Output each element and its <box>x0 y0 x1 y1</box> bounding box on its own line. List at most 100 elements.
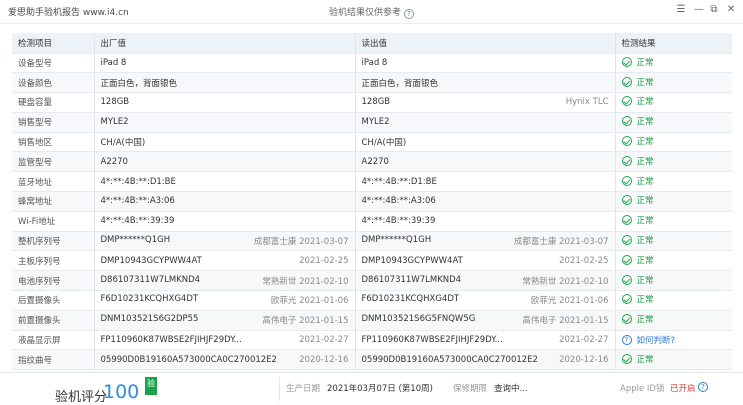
factory-value-cell: D86107311W7LMKND4 常熟新世 2021-02-10 <box>93 270 355 292</box>
factory-value: 4*:**:4B:**:D1:BE <box>100 176 176 187</box>
header-result: 检测结果 <box>614 33 732 54</box>
read-value-cell: FP110960K87WBSE2FJIHJF29DY... 2021-02-27 <box>354 330 615 351</box>
read-value-cell: DMP10943GCYPWW4AT 2021-02-25 <box>354 250 615 272</box>
row-item-label: 蜂窝地址 <box>12 191 94 212</box>
row-item-label: 液晶显示屏 <box>12 330 94 351</box>
check-circle-icon <box>621 56 632 67</box>
menu-icon[interactable]: ☰ <box>674 4 688 15</box>
factory-value-cell: iPad 8 <box>93 53 355 74</box>
factory-value: 4*:**:4B:**:39:39 <box>100 216 175 227</box>
factory-value-cell: 05990D0B19160A573000CA0C270012E2 2020-12-… <box>93 349 355 371</box>
read-meta: 成都富士康 2021-03-07 <box>513 237 609 248</box>
summary-divider <box>279 377 280 401</box>
read-value-cell: 4*:**:4B:**:D1:BE <box>354 171 615 193</box>
table-row: Wi-Fi地址 4*:**:4B:**:39:39 4*:**:4B:**:39:3… <box>12 211 732 232</box>
read-meta: 2021-02-27 <box>559 335 609 346</box>
factory-value: DMP10943GCYPWW4AT <box>100 255 202 266</box>
check-circle-icon <box>621 195 632 206</box>
factory-value: 05990D0B19160A573000CA0C270012E2 <box>100 354 277 365</box>
read-meta: 常熟新世 2021-02-10 <box>522 276 609 287</box>
result-text: 正常 <box>636 216 654 227</box>
result-cell: 正常 <box>614 270 732 292</box>
factory-value: iPad 8 <box>100 57 127 68</box>
read-value-cell: DNM103521S6G5FNQW5G 高伟电子 2021-01-15 <box>354 310 615 331</box>
read-value-cell: CH/A(中国) <box>354 132 615 153</box>
factory-value: 4*:**:4B:**:A3:06 <box>100 196 175 207</box>
result-cell: 正常 <box>614 132 732 153</box>
check-circle-icon <box>621 136 632 147</box>
row-item-label: 电池序列号 <box>12 270 94 292</box>
report-note: 验机结果仅供参考? <box>0 5 743 19</box>
result-text: 正常 <box>636 137 654 148</box>
read-value: CH/A(中国) <box>361 138 407 149</box>
factory-value-cell: 4*:**:4B:**:39:39 <box>93 211 355 232</box>
report-table-container: 检测项目 出厂值 读出值 检测结果 设备型号 iPad 8 iPad 8 正常 设备颜色… <box>12 33 732 371</box>
question-icon[interactable]: ? <box>621 335 632 346</box>
factory-meta: 2021-02-25 <box>299 255 349 266</box>
read-value: FP110960K87WBSE2FJIHJF29DY... <box>361 335 503 346</box>
table-row: 监管型号 A2270 A2270 正常 <box>12 151 732 173</box>
read-value-cell: iPad 8 <box>354 53 615 74</box>
table-row: 销售型号 MYLE2 MYLE2 正常 <box>12 112 732 133</box>
row-item-label: 主板序列号 <box>12 250 94 272</box>
read-value: DMP******Q1GH <box>361 235 432 246</box>
report-note-text: 验机结果仅供参考 <box>328 8 401 18</box>
verified-badge: 验 <box>145 377 157 395</box>
row-item-label: 销售地区 <box>12 132 94 153</box>
factory-value: F6D10231KCQHXG4DT <box>100 294 199 305</box>
close-button[interactable]: ✕ <box>724 4 738 15</box>
warranty-label: 保修期限 <box>453 384 488 394</box>
result-link[interactable]: 如何判断? <box>637 334 676 346</box>
warranty-value[interactable]: 查询中... <box>494 382 528 394</box>
factory-value: A2270 <box>100 156 128 167</box>
read-value-cell: A2270 <box>354 151 615 173</box>
factory-value-cell: F6D10231KCQHXG4DT 欧菲光 2021-01-06 <box>93 290 355 311</box>
result-cell[interactable]: ? 如何判断? <box>614 330 732 351</box>
apple-id-help-icon[interactable]: ? <box>698 382 708 392</box>
row-item-label: 销售型号 <box>12 112 94 133</box>
factory-meta: 高伟电子 2021-01-15 <box>262 316 349 327</box>
row-item-label: 后置摄像头 <box>12 290 94 311</box>
read-meta: 欧菲光 2021-01-06 <box>530 296 609 307</box>
factory-value-cell: A2270 <box>93 151 355 173</box>
row-item-label: 设备颜色 <box>12 72 94 94</box>
table-row: 设备颜色 正面白色，背面银色 正面白色，背面银色 正常 <box>12 72 732 94</box>
factory-value: CH/A(中国) <box>100 138 146 149</box>
factory-value: MYLE2 <box>100 117 129 128</box>
result-text: 正常 <box>636 156 654 167</box>
check-circle-icon <box>621 96 632 107</box>
result-text: 正常 <box>636 354 654 365</box>
restore-button[interactable]: ⧉ <box>707 4 721 15</box>
factory-value-cell: 4*:**:4B:**:A3:06 <box>93 191 355 212</box>
read-value-cell: F6D10231KCQHXG4DT 欧菲光 2021-01-06 <box>354 290 615 311</box>
summary-bar: 验机评分 100 验 生产日期 2021年03月07日 (第10周) 保修期限 … <box>0 372 743 405</box>
result-text: 正常 <box>636 255 654 266</box>
table-row: 前置摄像头 DNM103521S6G2DP55 高伟电子 2021-01-15 DNM… <box>12 310 732 331</box>
factory-meta: 2021-02-27 <box>299 335 349 346</box>
result-cell: 正常 <box>614 349 732 371</box>
apple-id-lock-label: Apple ID锁 <box>620 384 665 394</box>
read-value-cell: 05990D0B19160A573000CA0C270012E2 2020-12-… <box>354 349 615 371</box>
factory-value: DNM103521S6G2DP55 <box>100 314 199 325</box>
result-cell: 正常 <box>614 250 732 272</box>
result-cell: 正常 <box>614 211 732 232</box>
help-icon[interactable]: ? <box>404 9 414 19</box>
minimize-button[interactable]: — <box>692 4 706 15</box>
read-value-cell: DMP******Q1GH 成都富士康 2021-03-07 <box>354 231 615 252</box>
result-text: 正常 <box>636 57 654 68</box>
check-circle-icon <box>621 155 632 166</box>
read-value: 4*:**:4B:**:39:39 <box>361 216 436 227</box>
read-value: DNM103521S6G5FNQW5G <box>361 314 476 325</box>
read-value: 正面白色，背面银色 <box>361 78 439 89</box>
read-value: 4*:**:4B:**:D1:BE <box>361 176 437 187</box>
factory-value: D86107311W7LMKND4 <box>100 274 201 285</box>
read-value: iPad 8 <box>361 57 388 68</box>
result-cell: 正常 <box>614 290 732 311</box>
factory-value-cell: DMP10943GCYPWW4AT 2021-02-25 <box>93 250 355 272</box>
table-row: 电池序列号 D86107311W7LMKND4 常熟新世 2021-02-10 D86… <box>12 270 732 292</box>
result-text: 正常 <box>636 295 654 306</box>
check-circle-icon <box>621 175 632 186</box>
production-date-value: 2021年03月07日 (第10周) <box>327 384 433 394</box>
result-cell: 正常 <box>614 53 732 74</box>
header-read: 读出值 <box>354 33 615 54</box>
